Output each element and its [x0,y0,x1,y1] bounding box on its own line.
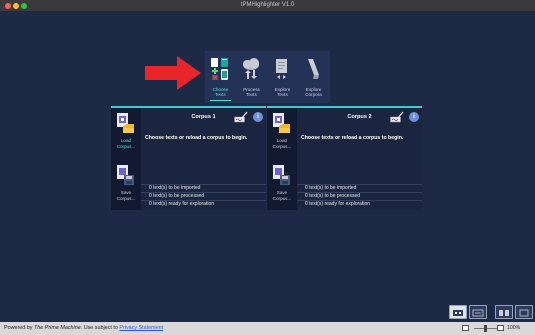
load-corpus-button[interactable]: Load Corpus... [111,112,141,158]
explore-texts-icon [276,59,287,79]
info-icon[interactable]: i [253,112,263,122]
process-texts-icon [243,58,259,79]
zoom-out-icon[interactable] [462,325,469,331]
corpus-main: Corpus 2 i Choose texts or reload a corp… [297,108,422,210]
list-view-icon [472,309,484,317]
corpus-prompt: Choose texts or reload a corpus to begin… [145,135,248,141]
info-icon[interactable]: i [409,112,419,122]
corpus-main: Corpus 1 i Choose texts or reload a corp… [141,108,266,210]
explore-corpora-icon [308,59,319,79]
choose-texts-icon [211,58,228,80]
split-view-icon [499,310,509,316]
tab-label: Explore Texts [274,87,291,98]
status-bar: Powered by The Prime Machine. Use subjec… [0,322,535,335]
save-corpus-icon [117,165,134,185]
corpus-stats: 0 text(s) to be imported 0 text(s) to be… [141,184,266,208]
stat-processed: 0 text(s) to be processed [141,192,266,200]
view-mode-list-button[interactable] [469,305,487,319]
corpus-prompt: Choose texts or reload a corpus to begin… [301,135,404,141]
save-corpus-label: Save Corpus... [272,190,292,201]
stat-ready: 0 text(s) ready for exploration [141,200,266,208]
corpus-sidebar: Load Corpus... Save Corpus... [267,108,297,210]
zoom-slider-handle[interactable] [484,325,487,332]
main-toolbar: Choose Texts Process Texts Explore Texts… [205,51,330,103]
title-bar: tPMHighlighter V1.0 [0,0,535,12]
stat-imported: 0 text(s) to be imported [297,184,422,192]
status-brand: The Prime Machine [33,325,81,331]
view-mode-ab-button[interactable] [449,305,467,319]
save-corpus-button[interactable]: Save Corpus... [111,164,141,210]
stat-ready: 0 text(s) ready for exploration [297,200,422,208]
zoom-control: 100% [462,322,535,335]
load-corpus-icon [117,113,134,133]
save-corpus-label: Save Corpus... [116,190,136,201]
corpus-2-panel: Load Corpus... Save Corpus... Corpus 2 i… [267,106,422,210]
zoom-value: 100% [507,325,521,331]
view-mode-split-button[interactable] [495,305,513,319]
load-corpus-label: Load Corpus... [116,138,136,149]
corpus-stats: 0 text(s) to be imported 0 text(s) to be… [297,184,422,208]
window-title: tPMHighlighter V1.0 [240,2,295,8]
load-corpus-label: Load Corpus... [272,138,292,149]
load-corpus-icon [273,113,290,133]
privacy-statement-link[interactable]: Privacy Statement [119,325,163,331]
save-corpus-icon [273,165,290,185]
tab-choose-texts[interactable]: Choose Texts [205,51,236,103]
tab-process-texts[interactable]: Process Texts [236,51,267,103]
stat-imported: 0 text(s) to be imported [141,184,266,192]
single-view-icon [519,309,529,317]
stat-processed: 0 text(s) to be processed [297,192,422,200]
tab-label: Choose Texts [212,87,229,98]
ab-view-icon [453,310,463,316]
tab-label: Explore Corpora [305,87,322,98]
tab-explore-texts[interactable]: Explore Texts [267,51,298,103]
tab-explore-corpora[interactable]: Explore Corpora [298,51,329,103]
tab-label: Process Texts [243,87,260,98]
signature-icon[interactable] [234,111,248,123]
red-arrow-icon [145,56,201,90]
view-mode-single-button[interactable] [515,305,533,319]
corpus-1-panel: Load Corpus... Save Corpus... Corpus 1 i… [111,106,266,210]
corpus-sidebar: Load Corpus... Save Corpus... [111,108,141,210]
status-prefix: Powered by [4,325,34,331]
status-middle: . Use subject to [80,325,120,331]
save-corpus-button[interactable]: Save Corpus... [267,164,297,210]
load-corpus-button[interactable]: Load Corpus... [267,112,297,158]
signature-icon[interactable] [390,111,404,123]
zoom-in-icon[interactable] [497,325,504,331]
